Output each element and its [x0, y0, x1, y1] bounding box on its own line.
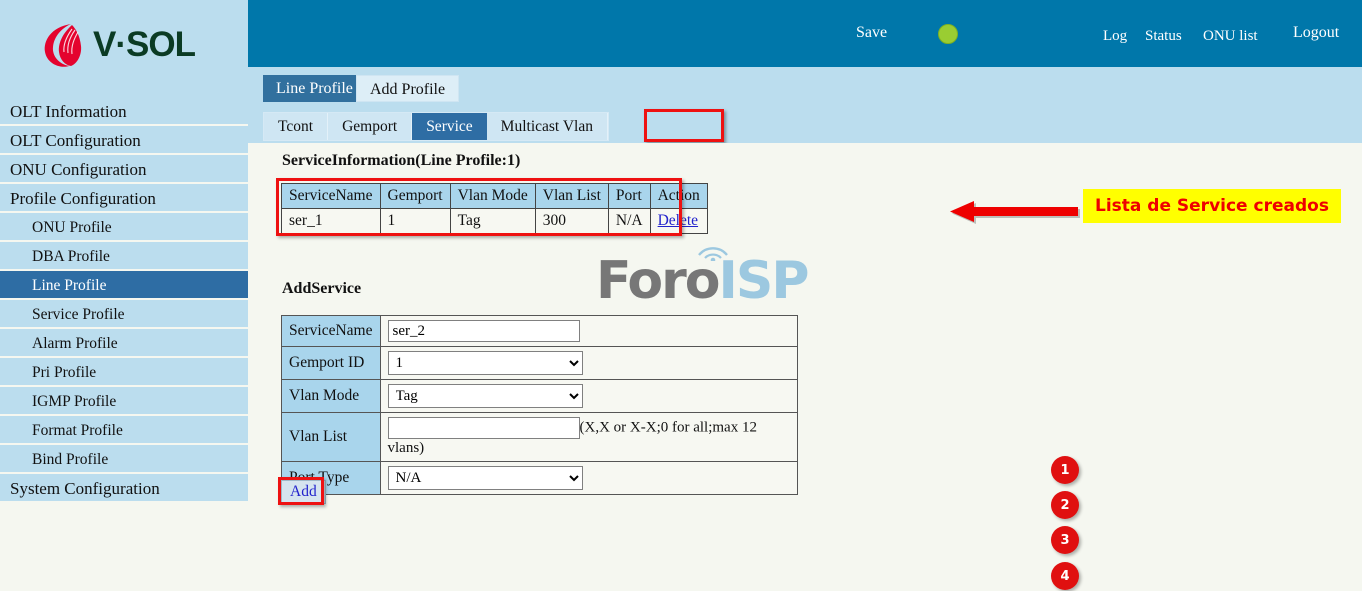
sidebar-item-olt-information[interactable]: OLT Information: [0, 97, 248, 126]
sub-tab-bar: Tcont Gemport Service Multicast Vlan: [248, 110, 1362, 143]
sidebar-item-service-profile[interactable]: Service Profile: [0, 300, 248, 329]
service-information-title: ServiceInformation(Line Profile:1): [282, 152, 520, 170]
form-row: Gemport ID 1234: [282, 347, 798, 380]
field-label: Vlan Mode: [282, 380, 381, 413]
sidebar-item-onu-profile[interactable]: ONU Profile: [0, 213, 248, 242]
field-value-cell: N/AETHCATV: [380, 462, 798, 495]
subtab-tcont[interactable]: Tcont: [264, 113, 328, 140]
table-header-row: ServiceNameGemportVlan ModeVlan ListPort…: [282, 184, 708, 209]
field-value-cell: TagTransparentTranslation: [380, 380, 798, 413]
annotation-label: Lista de Service creados: [1083, 189, 1341, 223]
foroisp-watermark: ForoISP: [596, 255, 807, 307]
sidebar-item-format-profile[interactable]: Format Profile: [0, 416, 248, 445]
left-arrow-icon: [942, 198, 1082, 232]
main-content: ServiceInformation(Line Profile:1) Servi…: [248, 143, 1362, 591]
sidebar-item-line-profile[interactable]: Line Profile: [0, 271, 248, 300]
cell-service-name: ser_1: [282, 209, 381, 234]
step-badge-4: 4: [1051, 562, 1079, 590]
form-row: Vlan List(X,X or X-X;0 for all;max 12 vl…: [282, 413, 798, 462]
service-information-table: ServiceNameGemportVlan ModeVlan ListPort…: [281, 183, 708, 234]
field-value-cell: 1234: [380, 347, 798, 380]
add-button[interactable]: Add: [281, 480, 326, 504]
main-tab-bar: Line Profile Add Profile: [248, 67, 1362, 110]
sidebar-item-dba-profile[interactable]: DBA Profile: [0, 242, 248, 271]
sidebar-item-system-configuration[interactable]: System Configuration: [0, 474, 248, 503]
highlight-box-service-tab: [644, 109, 724, 142]
header-link-onu-list[interactable]: ONU list: [1203, 28, 1258, 45]
sidebar-item-profile-configuration[interactable]: Profile Configuration: [0, 184, 248, 213]
delete-link[interactable]: Delete: [658, 212, 698, 229]
table-body: ser_11Tag300N/A Delete: [282, 209, 708, 234]
sidebar-item-pri-profile[interactable]: Pri Profile: [0, 358, 248, 387]
field-label: ServiceName: [282, 316, 381, 347]
brand-logo: V·SOL: [0, 0, 248, 97]
column-header: Gemport: [380, 184, 450, 209]
add-service-title: AddService: [282, 280, 361, 298]
tab-line-profile[interactable]: Line Profile: [263, 75, 366, 102]
field-label: Gemport ID: [282, 347, 381, 380]
table-row: ser_11Tag300N/A Delete: [282, 209, 708, 234]
header-link-log[interactable]: Log: [1103, 28, 1127, 45]
sidebar-item-igmp-profile[interactable]: IGMP Profile: [0, 387, 248, 416]
subtab-gemport[interactable]: Gemport: [328, 113, 412, 140]
watermark-text-isp: ISP: [719, 251, 808, 311]
form-row: Vlan Mode TagTransparentTranslation: [282, 380, 798, 413]
column-header: Action: [650, 184, 707, 209]
sidebar-item-onu-configuration[interactable]: ONU Configuration: [0, 155, 248, 184]
save-button[interactable]: Save: [856, 24, 887, 42]
subtab-service[interactable]: Service: [412, 113, 486, 140]
green-status-dot-icon: [938, 24, 958, 44]
vlan-mode-select[interactable]: TagTransparentTranslation: [388, 384, 583, 408]
field-label: Vlan List: [282, 413, 381, 462]
cell-vlan-mode: Tag: [450, 209, 535, 234]
top-header-bar: Save Log Status ONU list Logout: [248, 0, 1362, 67]
step-badge-1: 1: [1051, 456, 1079, 484]
sidebar-item-bind-profile[interactable]: Bind Profile: [0, 445, 248, 474]
page-root: V·SOL OLT InformationOLT ConfigurationON…: [0, 0, 1362, 591]
form-row: Port TypeN/AETHCATV: [282, 462, 798, 495]
field-value-cell: (X,X or X-X;0 for all;max 12 vlans): [380, 413, 798, 462]
field-value-cell: [380, 316, 798, 347]
vsol-flame-logo-icon: [41, 21, 87, 69]
vlan-list-input[interactable]: [388, 417, 580, 439]
sidebar-nav: OLT InformationOLT ConfigurationONU Conf…: [0, 97, 248, 503]
tab-add-profile[interactable]: Add Profile: [356, 75, 459, 102]
servicename-input[interactable]: [388, 320, 580, 342]
header-link-status[interactable]: Status: [1145, 28, 1182, 45]
sidebar-item-olt-configuration[interactable]: OLT Configuration: [0, 126, 248, 155]
watermark-text-foro: Foro: [596, 251, 719, 311]
gemport-id-select[interactable]: 1234: [388, 351, 583, 375]
form-row: ServiceName: [282, 316, 798, 347]
add-button-wrap: Add: [281, 480, 326, 504]
cell-vlan-list: 300: [535, 209, 608, 234]
sidebar: V·SOL OLT InformationOLT ConfigurationON…: [0, 0, 248, 591]
column-header: Port: [608, 184, 650, 209]
column-header: Vlan List: [535, 184, 608, 209]
port-type-select[interactable]: N/AETHCATV: [388, 466, 583, 490]
sidebar-item-alarm-profile[interactable]: Alarm Profile: [0, 329, 248, 358]
cell-port: N/A: [608, 209, 650, 234]
wifi-tower-icon: [693, 239, 733, 261]
column-header: Vlan Mode: [450, 184, 535, 209]
column-header: ServiceName: [282, 184, 381, 209]
step-badge-2: 2: [1051, 491, 1079, 519]
step-badge-3: 3: [1051, 526, 1079, 554]
brand-name: V·SOL: [93, 25, 195, 65]
cell-action: Delete: [650, 209, 707, 234]
logout-button[interactable]: Logout: [1293, 24, 1339, 42]
add-service-form: ServiceNameGemport ID 1234 Vlan Mode TagTra…: [281, 315, 798, 495]
subtab-multicast-vlan[interactable]: Multicast Vlan: [487, 113, 608, 140]
cell-gemport: 1: [380, 209, 450, 234]
